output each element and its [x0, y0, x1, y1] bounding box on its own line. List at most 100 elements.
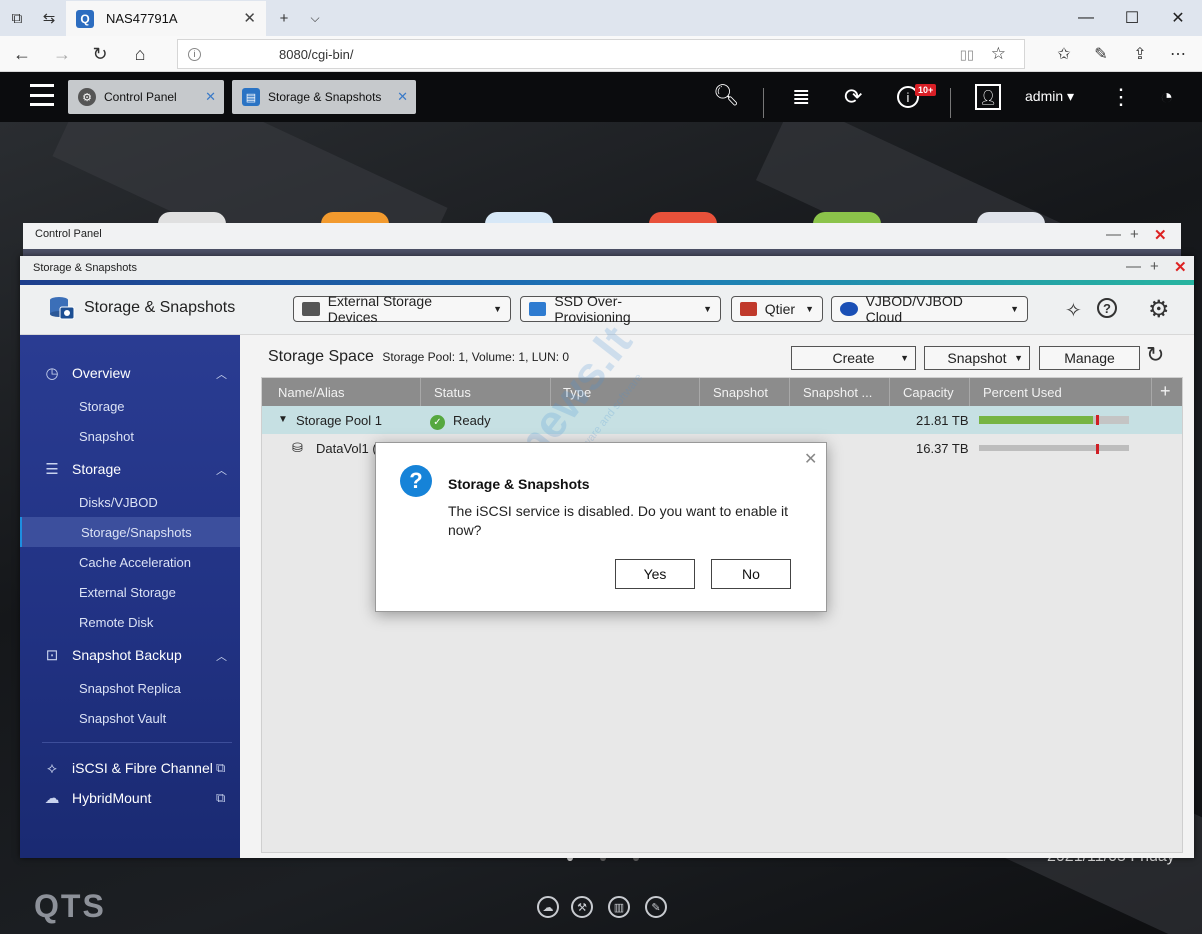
main-menu-icon[interactable]: [30, 84, 54, 106]
back-button[interactable]: ←: [4, 36, 40, 72]
more-vertical-icon[interactable]: ⋮: [1110, 84, 1132, 110]
create-button[interactable]: Create ▼: [791, 346, 916, 370]
close-icon[interactable]: ✕: [205, 89, 216, 105]
tab-list-chevron-icon[interactable]: ⌵: [300, 0, 330, 36]
sidebar-item-storage-snapshots[interactable]: Storage/Snapshots: [20, 517, 240, 547]
home-button[interactable]: ⌂: [122, 36, 158, 72]
check-icon: ✓: [430, 415, 445, 430]
sidebar-item-cache[interactable]: Cache Acceleration: [20, 547, 240, 577]
sync-icon[interactable]: ⟳: [844, 84, 862, 110]
sidebar-section-storage[interactable]: ☰ Storage ︿: [20, 454, 240, 484]
page-title: Storage Space Storage Pool: 1, Volume: 1…: [268, 348, 569, 366]
url-input[interactable]: i 8080/cgi-bin/ ▯▯ ☆: [177, 39, 1025, 69]
sidebar-item-snapshot-replica[interactable]: Snapshot Replica: [20, 673, 240, 703]
close-icon[interactable]: ✕: [804, 449, 817, 469]
ssd-over-provisioning-dropdown[interactable]: SSD Over-Provisioning ▼: [520, 293, 721, 325]
column-header[interactable]: Percent Used: [983, 385, 1062, 400]
sidebar-link-hybridmount[interactable]: ☁ HybridMount ⧉: [20, 783, 240, 813]
user-menu[interactable]: admin ▾: [1025, 88, 1074, 105]
book-icon[interactable]: ▥: [608, 896, 630, 918]
caret-down-icon: ▼: [493, 304, 502, 314]
settings-gear-icon[interactable]: ⚙: [1148, 295, 1170, 324]
refresh-button[interactable]: ↻: [82, 36, 118, 72]
sidebar-section-overview[interactable]: ◷ Overview ︿: [20, 358, 240, 388]
favorite-star-icon[interactable]: ☆: [991, 44, 1006, 64]
volume-name: DataVol1 (: [316, 441, 377, 456]
share-icon[interactable]: ⇪: [1122, 36, 1158, 72]
yes-button[interactable]: Yes: [615, 559, 695, 589]
caret-down-icon: ▼: [1010, 304, 1019, 314]
external-storage-devices-dropdown[interactable]: External Storage Devices ▼: [293, 293, 511, 325]
url-text: 8080/cgi-bin/: [279, 46, 354, 62]
column-header[interactable]: Snapshot: [713, 385, 768, 400]
sidebar-item-disks[interactable]: Disks/VJBOD: [20, 487, 240, 517]
close-icon[interactable]: ✕: [1174, 258, 1187, 276]
column-header[interactable]: Name/Alias: [278, 385, 344, 400]
user-avatar-icon[interactable]: 👤︎: [975, 84, 1001, 110]
snapshot-button[interactable]: Snapshot ▼: [924, 346, 1030, 370]
pen-notes-icon[interactable]: ✎: [1083, 36, 1119, 72]
minimize-icon[interactable]: —: [1126, 258, 1141, 275]
qtier-dropdown[interactable]: Qtier ▼: [731, 296, 823, 322]
more-options-icon[interactable]: ⋯: [1160, 36, 1196, 72]
table-row[interactable]: ▼ Storage Pool 1 ✓ Ready 21.81 TB: [262, 406, 1182, 434]
dashboard-gauge-icon[interactable]: ◔: [1160, 84, 1173, 110]
background-tasks-icon[interactable]: ≣: [792, 84, 810, 110]
volume-icon: ⛁: [292, 440, 303, 455]
sidebar-item-snapshot-vault[interactable]: Snapshot Vault: [20, 703, 240, 733]
close-window-button[interactable]: ✕: [1155, 0, 1201, 36]
window-titlebar[interactable]: Storage & Snapshots — + ✕: [20, 256, 1194, 280]
sidebar-item-remote-disk[interactable]: Remote Disk: [20, 607, 240, 637]
app-title: Storage & Snapshots: [84, 299, 236, 316]
column-header[interactable]: Status: [434, 385, 471, 400]
dashboard-icon: ◷: [45, 365, 59, 382]
tab-actions-icon[interactable]: ⧉: [2, 0, 32, 36]
status-cell: ✓ Ready: [430, 413, 491, 430]
column-header[interactable]: Snapshot ...: [803, 385, 872, 400]
button-label: Create: [832, 350, 875, 366]
cloud-icon[interactable]: ☁: [537, 896, 559, 918]
reading-view-icon[interactable]: ▯▯: [960, 47, 974, 63]
control-panel-window[interactable]: Control Panel — + ✕: [23, 223, 1181, 257]
maximize-window-button[interactable]: ☐: [1109, 0, 1155, 36]
site-info-icon[interactable]: i: [188, 47, 201, 61]
new-tab-icon[interactable]: +: [269, 0, 299, 36]
sidebar-item-snapshot[interactable]: Snapshot: [20, 421, 240, 451]
forward-button[interactable]: →: [44, 36, 80, 72]
sidebar-divider: [42, 742, 232, 743]
sidebar-item-label: Snapshot Vault: [79, 710, 167, 726]
minimize-icon[interactable]: —: [1106, 226, 1121, 243]
maximize-icon[interactable]: +: [1150, 258, 1159, 275]
tab-set-aside-icon[interactable]: ⇆: [34, 0, 64, 36]
refresh-icon[interactable]: ↻: [1146, 342, 1164, 368]
minimize-window-button[interactable]: —: [1063, 0, 1109, 36]
browser-tab[interactable]: Q NAS47791A ✕: [66, 1, 266, 36]
magic-wand-icon[interactable]: ✧: [1065, 298, 1082, 323]
no-button[interactable]: No: [711, 559, 791, 589]
sidebar-section-snapshot-backup[interactable]: ⊡ Snapshot Backup ︿: [20, 640, 240, 670]
qnap-favicon-icon: Q: [76, 9, 94, 28]
caret-down-icon: ▼: [1014, 353, 1023, 363]
vjbod-dropdown[interactable]: VJBOD/VJBOD Cloud ▼: [831, 293, 1028, 325]
add-column-icon[interactable]: +: [1160, 381, 1171, 402]
sidebar-item-external-storage[interactable]: External Storage: [20, 577, 240, 607]
favorites-icon[interactable]: ✩: [1046, 36, 1082, 72]
tools-icon[interactable]: ⚒: [571, 896, 593, 918]
sidebar-link-iscsi[interactable]: ⟡ iSCSI & Fibre Channel ⧉: [20, 753, 240, 783]
chevron-up-icon: ︿: [216, 651, 227, 663]
column-header[interactable]: Capacity: [903, 385, 954, 400]
help-icon[interactable]: ?: [1097, 298, 1117, 318]
feedback-icon[interactable]: ✎: [645, 896, 667, 918]
close-icon[interactable]: ✕: [397, 89, 408, 105]
chevron-down-icon[interactable]: ▼: [278, 414, 288, 425]
qts-tab-control-panel[interactable]: ⚙ Control Panel ✕: [68, 80, 224, 114]
external-link-icon: ⧉: [216, 760, 226, 775]
button-label: Manage: [1064, 350, 1115, 366]
close-icon[interactable]: ✕: [1154, 226, 1167, 244]
search-icon[interactable]: 🔍︎: [713, 84, 740, 108]
close-tab-icon[interactable]: ✕: [243, 9, 256, 27]
qts-tab-storage-snapshots[interactable]: ▤ Storage & Snapshots ✕: [232, 80, 416, 114]
manage-button[interactable]: Manage: [1039, 346, 1140, 370]
maximize-icon[interactable]: +: [1130, 226, 1139, 243]
sidebar-item-storage[interactable]: Storage: [20, 391, 240, 421]
